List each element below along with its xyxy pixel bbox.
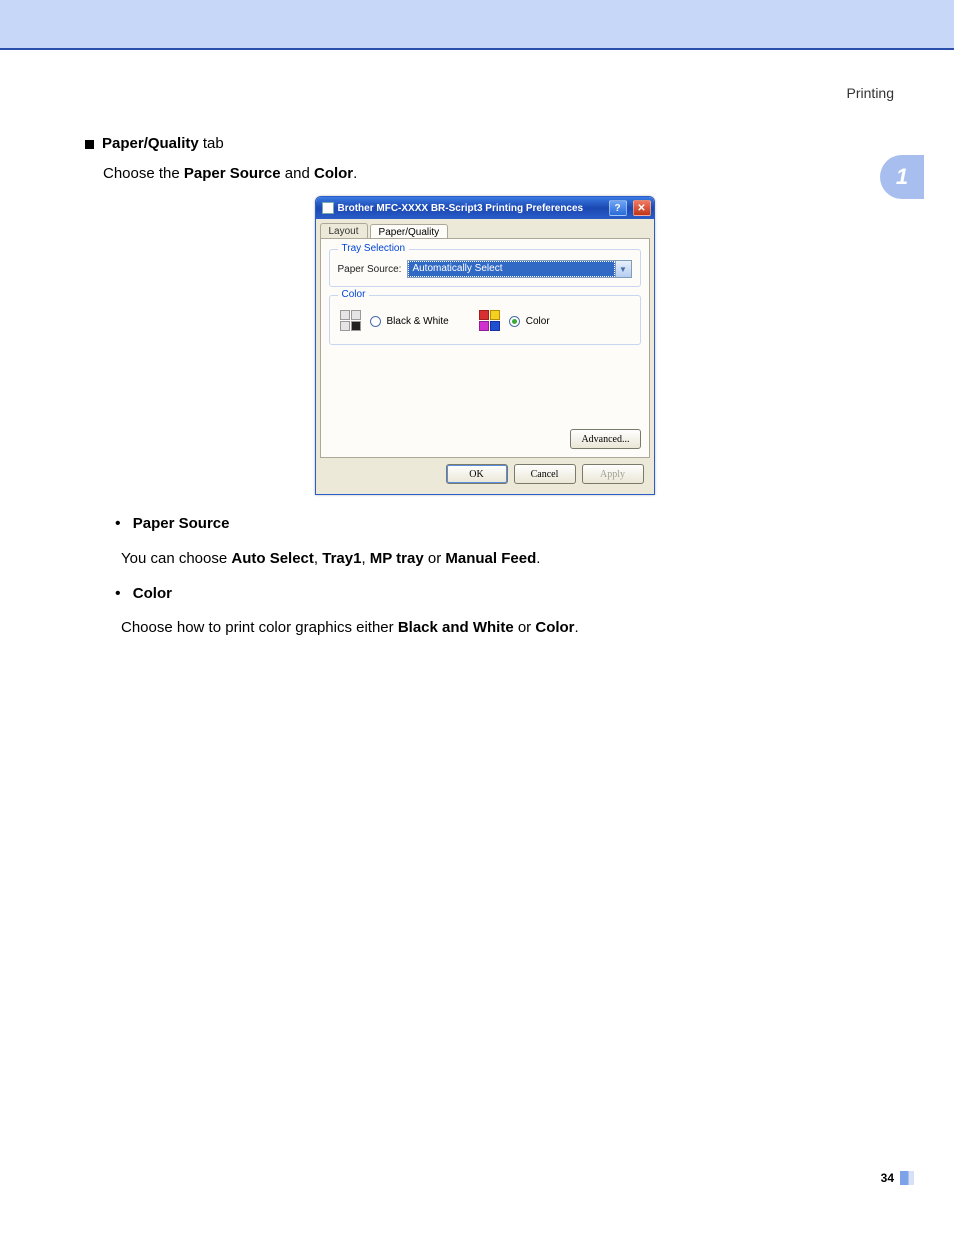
color-radio-row: Black & White Color bbox=[338, 306, 632, 336]
ps-pre: You can choose bbox=[121, 550, 231, 567]
ps-b4: Manual Feed bbox=[445, 550, 536, 567]
bw-swatch-icon bbox=[340, 310, 364, 332]
tab-strip: Layout Paper/Quality bbox=[320, 223, 650, 239]
intro-post: . bbox=[353, 165, 357, 182]
advanced-button[interactable]: Advanced... bbox=[570, 429, 640, 449]
color-desc: Choose how to print color graphics eithe… bbox=[121, 616, 884, 640]
dialog-body: Layout Paper/Quality Tray Selection Pape… bbox=[316, 219, 654, 494]
page-number-bar-icon bbox=[900, 1171, 914, 1185]
col-pre: Choose how to print color graphics eithe… bbox=[121, 619, 398, 636]
square-bullet-icon bbox=[85, 140, 94, 149]
top-stripe bbox=[0, 0, 954, 50]
dialog-title: Brother MFC-XXXX BR-Script3 Printing Pre… bbox=[338, 203, 584, 214]
tab-layout[interactable]: Layout bbox=[320, 223, 368, 239]
ps-b2: Tray1 bbox=[322, 550, 361, 567]
intro-pre: Choose the bbox=[103, 165, 184, 182]
paper-source-row: Paper Source: Automatically Select ▼ bbox=[338, 260, 632, 278]
intro-b2: Color bbox=[314, 165, 353, 182]
printing-preferences-dialog: Brother MFC-XXXX BR-Script3 Printing Pre… bbox=[315, 196, 655, 495]
paper-source-desc: You can choose Auto Select, Tray1, MP tr… bbox=[121, 547, 884, 571]
color-radio[interactable] bbox=[509, 316, 520, 327]
ps-post: . bbox=[536, 550, 540, 567]
paper-source-combo[interactable]: Automatically Select ▼ bbox=[407, 260, 631, 278]
col-b1: Black and White bbox=[398, 619, 514, 636]
section-heading-text: Paper/Quality tab bbox=[102, 135, 224, 152]
ps-c3: or bbox=[424, 550, 446, 567]
paper-source-heading-text: Paper Source bbox=[133, 515, 230, 532]
paper-source-label: Paper Source: bbox=[338, 264, 402, 275]
page-number: 34 bbox=[881, 1171, 894, 1185]
ps-c1: , bbox=[314, 550, 322, 567]
app-icon bbox=[322, 202, 334, 214]
running-header: Printing bbox=[847, 85, 894, 101]
color-option[interactable]: Color bbox=[479, 310, 550, 332]
paper-source-heading: Paper Source bbox=[115, 511, 884, 537]
color-heading-text: Color bbox=[133, 585, 172, 602]
chevron-down-icon[interactable]: ▼ bbox=[615, 261, 631, 277]
section-heading-rest: tab bbox=[199, 135, 224, 152]
ok-button[interactable]: OK bbox=[446, 464, 508, 484]
color-heading: Color bbox=[115, 581, 884, 607]
cancel-button[interactable]: Cancel bbox=[514, 464, 576, 484]
help-button[interactable]: ? bbox=[609, 200, 627, 216]
col-c1: or bbox=[514, 619, 536, 636]
tab-panel: Tray Selection Paper Source: Automatical… bbox=[320, 238, 650, 458]
ps-b1: Auto Select bbox=[231, 550, 314, 567]
col-b2: Color bbox=[535, 619, 574, 636]
ps-b3: MP tray bbox=[370, 550, 424, 567]
color-group: Color Black & White Color bbox=[329, 295, 641, 345]
bw-option[interactable]: Black & White bbox=[340, 310, 449, 332]
intro-b1: Paper Source bbox=[184, 165, 281, 182]
dialog-titlebar[interactable]: Brother MFC-XXXX BR-Script3 Printing Pre… bbox=[316, 197, 654, 219]
col-post: . bbox=[575, 619, 579, 636]
chapter-tab: 1 bbox=[880, 155, 924, 199]
page-content: Paper/Quality tab Choose the Paper Sourc… bbox=[85, 135, 884, 650]
ps-c2: , bbox=[361, 550, 369, 567]
section-heading: Paper/Quality tab bbox=[85, 135, 884, 152]
intro-mid: and bbox=[281, 165, 314, 182]
tray-selection-legend: Tray Selection bbox=[338, 243, 410, 254]
advanced-row: Advanced... bbox=[570, 429, 640, 449]
section-heading-bold: Paper/Quality bbox=[102, 135, 199, 152]
color-swatch-icon bbox=[479, 310, 503, 332]
intro-text: Choose the Paper Source and Color. bbox=[103, 162, 884, 186]
color-legend: Color bbox=[338, 289, 370, 300]
bw-label: Black & White bbox=[387, 316, 449, 327]
dialog-buttons: OK Cancel Apply bbox=[320, 458, 650, 490]
color-label: Color bbox=[526, 316, 550, 327]
paper-source-value: Automatically Select bbox=[408, 261, 614, 277]
bw-radio[interactable] bbox=[370, 316, 381, 327]
apply-button[interactable]: Apply bbox=[582, 464, 644, 484]
close-button[interactable]: ✕ bbox=[633, 200, 651, 216]
tray-selection-group: Tray Selection Paper Source: Automatical… bbox=[329, 249, 641, 287]
